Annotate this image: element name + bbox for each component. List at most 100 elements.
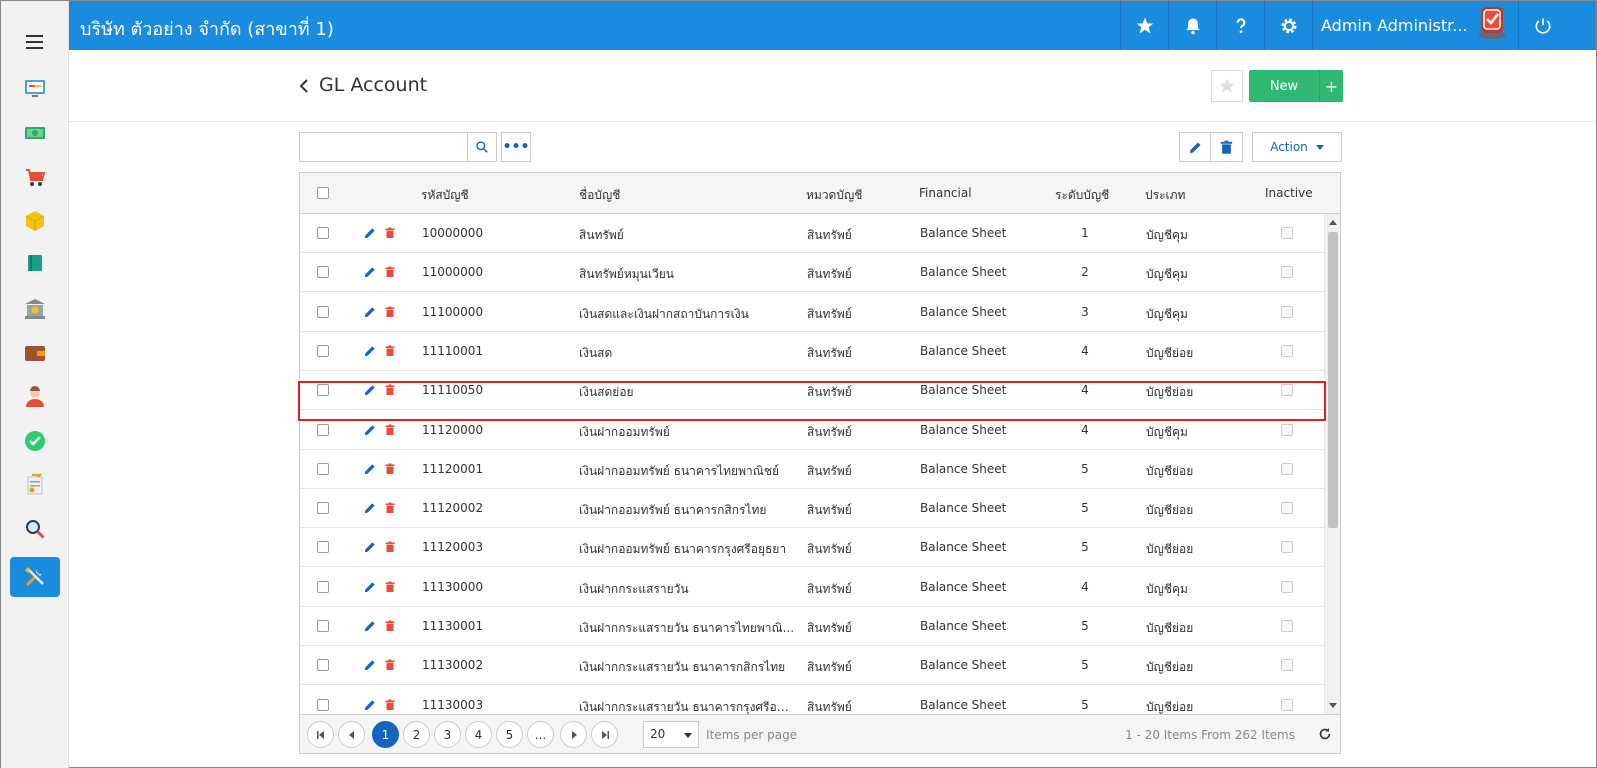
more-options-button[interactable]: ••• xyxy=(501,132,531,162)
page-number-button[interactable]: 4 xyxy=(465,721,492,748)
search-input[interactable] xyxy=(299,132,467,162)
scroll-down-icon[interactable] xyxy=(1329,703,1337,708)
header-financial[interactable]: Financial xyxy=(919,186,972,200)
row-checkbox[interactable] xyxy=(317,344,329,357)
inactive-checkbox[interactable] xyxy=(1281,227,1293,239)
sidebar-item-sales[interactable] xyxy=(10,157,60,197)
trash-icon[interactable] xyxy=(384,383,396,397)
row-checkbox[interactable] xyxy=(317,227,329,239)
scroll-thumb[interactable] xyxy=(1328,232,1338,528)
notifications-button[interactable] xyxy=(1168,1,1216,50)
prev-page-button[interactable] xyxy=(338,721,365,748)
inactive-checkbox[interactable] xyxy=(1281,384,1293,397)
trash-icon[interactable] xyxy=(384,265,396,279)
page-number-button[interactable]: ... xyxy=(527,721,554,748)
new-plus-button[interactable]: + xyxy=(1319,70,1343,102)
row-checkbox[interactable] xyxy=(317,502,329,515)
row-checkbox[interactable] xyxy=(317,266,329,279)
row-checkbox[interactable] xyxy=(317,580,329,593)
vertical-scrollbar[interactable] xyxy=(1324,214,1340,714)
trash-icon[interactable] xyxy=(384,619,396,633)
pencil-icon[interactable] xyxy=(363,344,377,358)
pencil-icon[interactable] xyxy=(363,658,377,672)
new-button[interactable]: New xyxy=(1249,70,1319,102)
add-favorite-button[interactable] xyxy=(1211,70,1243,102)
sidebar-item-dashboard[interactable] xyxy=(10,68,60,108)
row-checkbox[interactable] xyxy=(317,305,329,318)
inactive-checkbox[interactable] xyxy=(1281,698,1293,711)
pencil-icon[interactable] xyxy=(363,383,377,397)
row-checkbox[interactable] xyxy=(317,698,329,711)
sidebar-item-settings[interactable] xyxy=(10,557,60,597)
trash-icon[interactable] xyxy=(384,658,396,672)
row-checkbox[interactable] xyxy=(317,541,329,554)
sidebar-item-inventory[interactable] xyxy=(10,201,60,241)
row-checkbox[interactable] xyxy=(317,384,329,397)
table-row[interactable]: 11120002 เงินฝากออมทรัพย์ ธนาคารกสิกรไทย ส… xyxy=(300,489,1324,529)
sidebar-item-ledger[interactable] xyxy=(10,245,60,285)
header-inactive[interactable]: Inactive xyxy=(1265,186,1313,200)
header-type[interactable]: ประเภท xyxy=(1145,186,1185,205)
row-checkbox[interactable] xyxy=(317,620,329,632)
logout-button[interactable] xyxy=(1518,1,1566,50)
last-page-button[interactable] xyxy=(591,721,618,748)
inactive-checkbox[interactable] xyxy=(1281,344,1293,357)
header-category[interactable]: หมวดบัญชี xyxy=(806,186,862,205)
action-dropdown[interactable]: Action xyxy=(1252,132,1342,162)
scroll-up-icon[interactable] xyxy=(1329,220,1337,225)
table-row[interactable]: 11110050 เงินสดย่อย สินทรัพย์ Balance Sheet… xyxy=(300,371,1324,411)
page-number-button[interactable]: 1 xyxy=(372,721,399,748)
row-checkbox[interactable] xyxy=(317,462,329,475)
page-size-select[interactable]: 20 xyxy=(643,721,699,748)
pencil-icon[interactable] xyxy=(363,423,377,437)
sidebar-item-approve[interactable] xyxy=(10,421,60,461)
trash-icon[interactable] xyxy=(384,305,396,319)
hamburger-menu-icon[interactable] xyxy=(26,35,43,49)
favorites-button[interactable] xyxy=(1120,1,1168,50)
inactive-checkbox[interactable] xyxy=(1281,462,1293,475)
table-row[interactable]: 11120001 เงินฝากออมทรัพย์ ธนาคารไทยพาณิชย… xyxy=(300,449,1324,489)
page-number-button[interactable]: 2 xyxy=(403,721,430,748)
trash-icon[interactable] xyxy=(384,580,396,594)
row-checkbox[interactable] xyxy=(317,659,329,672)
trash-icon[interactable] xyxy=(384,226,396,240)
pencil-icon[interactable] xyxy=(363,540,377,554)
delete-selected-button[interactable] xyxy=(1211,132,1243,162)
trash-icon[interactable] xyxy=(384,698,396,712)
header-name[interactable]: ชื่อบัญชี xyxy=(579,186,620,205)
pencil-icon[interactable] xyxy=(363,265,377,279)
page-number-button[interactable]: 3 xyxy=(434,721,461,748)
company-name[interactable]: บริษัท ตัวอย่าง จำกัด (สาขาที่ 1) xyxy=(80,14,334,43)
table-row[interactable]: 11000000 สินทรัพย์หมุนเวียน สินทรัพย์ Balan… xyxy=(300,253,1324,293)
table-row[interactable]: 11130002 เงินฝากกระแสรายวัน ธนาคารกสิกรไท… xyxy=(300,646,1324,686)
header-level[interactable]: ระดับบัญชี xyxy=(1055,186,1109,205)
pencil-icon[interactable] xyxy=(363,501,377,515)
inactive-checkbox[interactable] xyxy=(1281,541,1293,554)
select-all-checkbox[interactable] xyxy=(317,187,329,199)
header-code[interactable]: รหัสบัญชี xyxy=(421,186,469,205)
table-row[interactable]: 11110001 เงินสด สินทรัพย์ Balance Sheet 4 บัญ… xyxy=(300,331,1324,371)
sidebar-item-hr[interactable] xyxy=(10,377,60,417)
inactive-checkbox[interactable] xyxy=(1281,266,1293,279)
table-row[interactable]: 11130001 เงินฝากกระแสรายวัน ธนาคารไทยพาณิ… xyxy=(300,607,1324,646)
table-row[interactable]: 11130000 เงินฝากกระแสรายวัน สินทรัพย์ Balan… xyxy=(300,567,1324,607)
trash-icon[interactable] xyxy=(384,501,396,515)
refresh-icon[interactable] xyxy=(1318,727,1332,741)
sidebar-item-wallet[interactable] xyxy=(10,333,60,373)
inactive-checkbox[interactable] xyxy=(1281,305,1293,318)
pencil-icon[interactable] xyxy=(363,580,377,594)
inactive-checkbox[interactable] xyxy=(1281,423,1293,436)
pencil-icon[interactable] xyxy=(363,305,377,319)
sidebar-item-bank[interactable] xyxy=(10,289,60,329)
back-arrow-icon[interactable] xyxy=(297,76,311,96)
pencil-icon[interactable] xyxy=(363,462,377,476)
search-button[interactable] xyxy=(467,132,497,162)
table-row[interactable]: 11120003 เงินฝากออมทรัพย์ ธนาคารกรุงศรีอย… xyxy=(300,528,1324,568)
trash-icon[interactable] xyxy=(384,540,396,554)
trash-icon[interactable] xyxy=(384,344,396,358)
sidebar-item-search[interactable] xyxy=(10,509,60,549)
pencil-icon[interactable] xyxy=(363,698,377,712)
page-number-button[interactable]: 5 xyxy=(496,721,523,748)
trash-icon[interactable] xyxy=(384,423,396,437)
inactive-checkbox[interactable] xyxy=(1281,502,1293,515)
